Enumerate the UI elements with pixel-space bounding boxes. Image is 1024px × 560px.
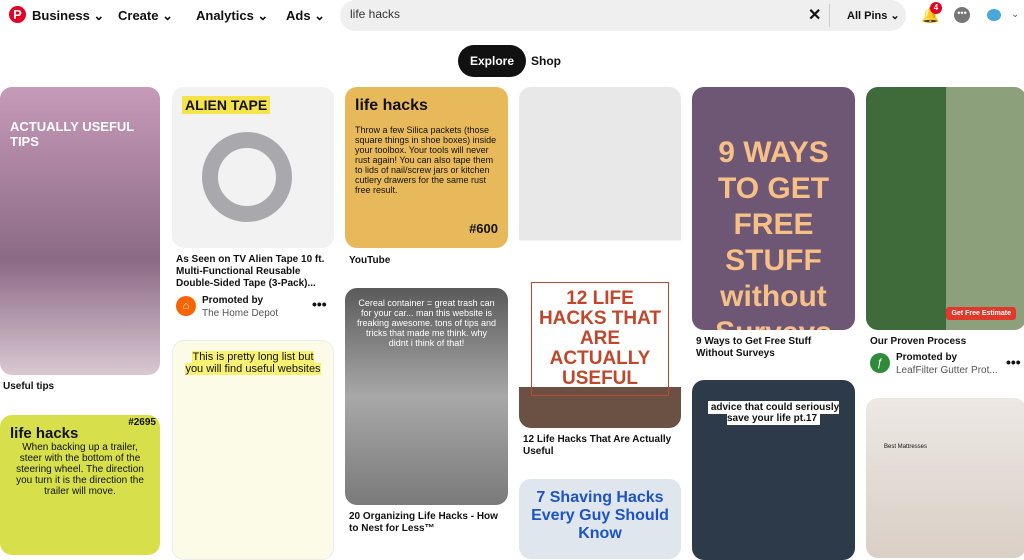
pin-overlay-text: 12 LIFE HACKS THAT ARE ACTUALLY USEFUL (531, 282, 669, 396)
clear-search-icon[interactable]: ✕ (808, 5, 821, 25)
pin-caption[interactable]: 20 Organizing Life Hacks - How to Nest f… (349, 511, 507, 535)
pin-caption[interactable]: As Seen on TV Alien Tape 10 ft. Multi-Fu… (176, 254, 331, 290)
pinterest-logo[interactable]: P (9, 6, 26, 23)
top-nav: P Business ⌄ Create ⌄ Analytics ⌄ Ads ⌄ … (0, 0, 1024, 32)
pin-overlay-text: ACTUALLY USEFUL TIPS (10, 119, 134, 149)
pin-caption[interactable]: YouTube (349, 255, 390, 267)
promoted-label: Promoted by (896, 352, 958, 363)
chevron-down-icon[interactable]: ⌄ (1011, 9, 1019, 20)
promoted-by[interactable]: Promoted by LeafFilter Gutter Prot... (896, 351, 998, 377)
messages-icon[interactable]: ••• (954, 7, 970, 23)
pin-overlay-text: Cereal container = great trash can for y… (356, 298, 497, 348)
promoted-by[interactable]: Promoted by The Home Depot (202, 294, 278, 320)
pin-overlay-text: When backing up a trailer, steer with th… (16, 442, 144, 497)
pin-brand: life hacks (355, 97, 428, 114)
nav-create[interactable]: Create ⌄ (118, 8, 173, 24)
pin-leaffilter[interactable]: Get Free Estimate (866, 87, 1024, 330)
nav-business[interactable]: Business ⌄ (32, 8, 104, 24)
more-options-icon[interactable]: ••• (312, 296, 327, 312)
tab-explore[interactable]: Explore (458, 45, 527, 77)
search-bar: ✕ All Pins ⌄ (340, 0, 906, 31)
advertiser-logo: ƒ (870, 353, 890, 373)
pin-overlay-text: 7 Shaving Hacks Every Guy Should Know (531, 489, 669, 542)
pin-useful-websites[interactable]: This is pretty long list but you will fi… (172, 340, 334, 560)
pin-number: #2695 (128, 417, 156, 428)
nav-label: Create (118, 8, 159, 23)
pin-mattress[interactable]: Best Mattresses (866, 398, 1024, 558)
pin-overlay-text: Best Mattresses (884, 444, 928, 450)
pin-trailer-hack[interactable]: life hacks When backing up a trailer, st… (0, 415, 160, 555)
pin-free-stuff[interactable]: 9 WAYS TO GET FREE STUFF without Surveys (692, 87, 855, 330)
promoted-label: Promoted by (202, 295, 264, 306)
nav-label: Business (32, 8, 90, 23)
pin-useful-tips[interactable]: ACTUALLY USEFUL TIPS (0, 87, 160, 375)
pin-tiktok-advice[interactable]: advice that could seriously save your li… (692, 380, 855, 560)
pin-overlay-text: Throw a few Silica packets (those square… (355, 125, 497, 195)
pin-caption[interactable]: Our Proven Process (870, 336, 966, 348)
pin-caption[interactable]: Useful tips (3, 381, 54, 393)
pin-alien-tape[interactable]: ALIEN TAPE (172, 87, 334, 248)
pin-shaving-hacks[interactable]: 7 Shaving Hacks Every Guy Should Know (519, 479, 681, 559)
notification-badge: 4 (930, 2, 942, 14)
avatar[interactable] (987, 9, 1001, 21)
divider (829, 4, 830, 27)
pin-overlay-text: ALIEN TAPE (182, 96, 271, 114)
pin-overlay-text: 9 WAYS TO GET FREE STUFF without Surveys (715, 136, 832, 330)
nav-label: Ads (286, 8, 311, 23)
search-input[interactable] (350, 7, 790, 21)
nav-analytics[interactable]: Analytics ⌄ (196, 8, 268, 24)
pin-caption[interactable]: 9 Ways to Get Free Stuff Without Surveys (696, 336, 851, 360)
pin-silica-hack[interactable]: life hacks Throw a few Silica packets (t… (345, 87, 508, 248)
advertiser-logo: ⌂ (176, 296, 196, 316)
pin-cereal-container[interactable]: Cereal container = great trash can for y… (345, 288, 508, 505)
pin-12-life-hacks[interactable]: 12 LIFE HACKS THAT ARE ACTUALLY USEFUL (519, 87, 681, 428)
nav-ads[interactable]: Ads ⌄ (286, 8, 325, 24)
pin-overlay-text: This is pretty long list but you will fi… (185, 351, 321, 375)
pin-number: #600 (469, 221, 498, 236)
pin-overlay-text: advice that could seriously save your li… (707, 401, 840, 425)
tape-image (202, 132, 292, 222)
pin-filter-dropdown[interactable]: All Pins ⌄ (847, 9, 900, 22)
pin-overlay-text: Get Free Estimate (946, 307, 1016, 320)
advertiser-name: LeafFilter Gutter Prot... (896, 365, 998, 376)
nav-label: Analytics (196, 8, 254, 23)
tab-shop[interactable]: Shop (519, 45, 573, 77)
pin-caption[interactable]: 12 Life Hacks That Are Actually Useful (523, 434, 678, 458)
filter-label: All Pins (847, 10, 888, 22)
more-options-icon[interactable]: ••• (1006, 354, 1021, 370)
advertiser-name: The Home Depot (202, 308, 279, 319)
